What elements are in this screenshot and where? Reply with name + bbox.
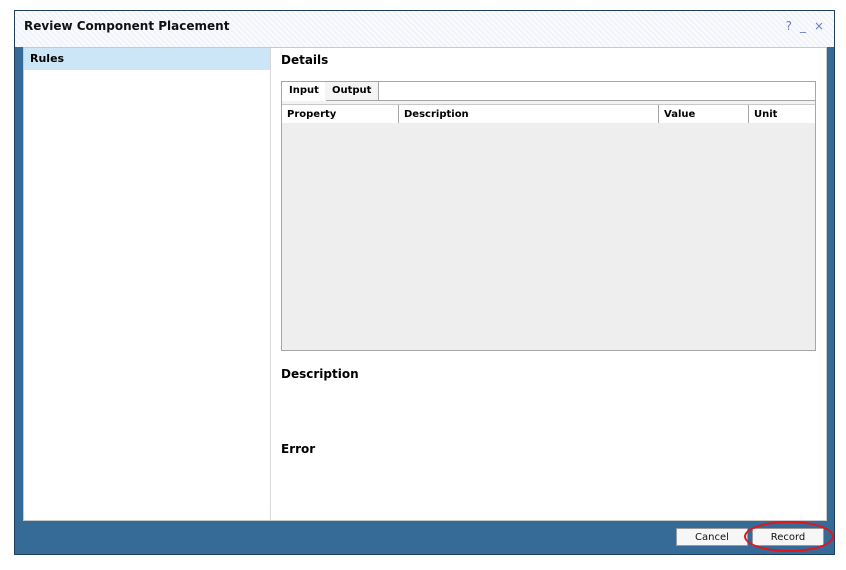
title-bar[interactable]: Review Component Placement ? _ × (15, 11, 834, 47)
error-heading: Error (281, 442, 316, 456)
property-grid-body[interactable] (282, 123, 815, 350)
tab-strip: Input Output (282, 82, 815, 101)
minimize-icon[interactable]: _ (800, 19, 806, 33)
details-tab-control: Input Output Property Description Value … (281, 81, 816, 351)
details-pane: Details Input Output Property Descriptio… (272, 48, 826, 520)
record-button[interactable]: Record (752, 528, 824, 546)
dialog-window: Review Component Placement ? _ × Rules D… (14, 10, 835, 555)
window-controls: ? _ × (786, 19, 824, 33)
column-header-unit[interactable]: Unit (749, 105, 815, 124)
window-title: Review Component Placement (24, 19, 230, 33)
cancel-button[interactable]: Cancel (676, 528, 748, 546)
help-icon[interactable]: ? (786, 19, 792, 33)
property-grid-header: Property Description Value Unit (282, 104, 815, 125)
tab-output[interactable]: Output (325, 82, 380, 100)
sidebar-item-rules[interactable]: Rules (24, 48, 270, 70)
close-icon[interactable]: × (814, 19, 824, 33)
details-heading: Details (281, 53, 329, 67)
tab-input[interactable]: Input (282, 82, 327, 101)
button-bar: Cancel Record (15, 521, 834, 556)
description-heading: Description (281, 367, 359, 381)
rules-pane: Rules (24, 48, 271, 520)
column-header-value[interactable]: Value (659, 105, 749, 124)
column-header-description[interactable]: Description (399, 105, 659, 124)
column-header-property[interactable]: Property (282, 105, 399, 124)
dialog-content: Rules Details Input Output Property Desc… (23, 47, 827, 521)
